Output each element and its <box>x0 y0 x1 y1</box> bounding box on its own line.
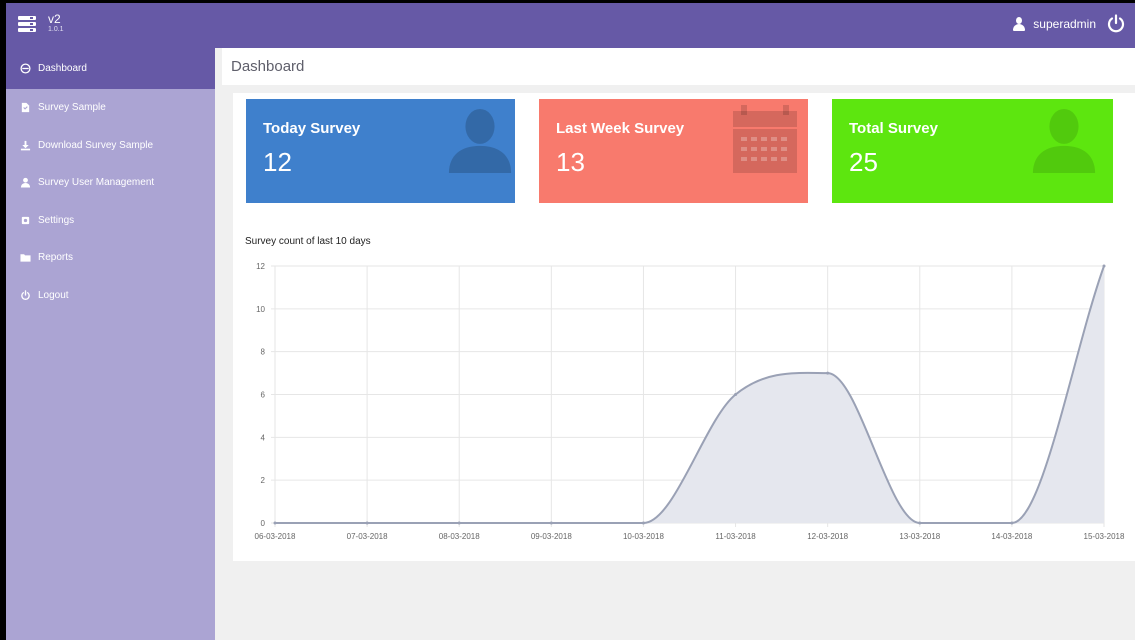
stat-card-title: Last Week Survey <box>556 120 685 137</box>
download-icon <box>19 139 31 151</box>
app-frame: v2 1.0.1 superadmin Dashboard Survey Sam… <box>6 3 1135 640</box>
data-point <box>826 371 830 375</box>
y-tick-label: 12 <box>256 262 265 271</box>
server-icon <box>18 16 36 33</box>
sidebar-item-settings[interactable]: Settings <box>6 202 215 240</box>
page-title: Dashboard <box>231 58 305 75</box>
y-tick-label: 8 <box>261 348 266 357</box>
x-tick-label: 09-03-2018 <box>531 532 572 541</box>
x-tick-label: 06-03-2018 <box>255 532 296 541</box>
stat-card-title: Total Survey <box>849 120 938 137</box>
data-point <box>457 521 461 525</box>
dashboard-icon <box>19 63 31 75</box>
x-tick-label: 12-03-2018 <box>807 532 848 541</box>
data-point <box>641 521 645 525</box>
sidebar-item-reports[interactable]: Reports <box>6 239 215 277</box>
folder-icon <box>19 252 31 264</box>
survey-count-chart: 0 2 4 6 8 10 12 06-03-2018 07-03-2018 08-03-2018 0… <box>255 262 1125 541</box>
stat-card-value: 13 <box>556 147 585 177</box>
sidebar-item-label: Reports <box>38 252 74 264</box>
data-point <box>1010 521 1014 525</box>
sidebar-item-label: Dashboard <box>38 63 87 74</box>
data-point <box>918 521 922 525</box>
app-version: 1.0.1 <box>48 26 64 33</box>
y-tick-label: 6 <box>261 391 266 400</box>
username[interactable]: superadmin <box>1033 17 1096 31</box>
y-tick-label: 0 <box>261 519 266 528</box>
x-tick-label: 08-03-2018 <box>439 532 480 541</box>
user-icon <box>19 177 31 189</box>
user-silhouette-icon <box>448 108 512 174</box>
x-tick-label: 10-03-2018 <box>623 532 664 541</box>
sidebar-item-label: Survey User Management <box>38 177 155 189</box>
x-tick-label: 07-03-2018 <box>347 532 388 541</box>
file-icon <box>19 102 31 114</box>
power-icon <box>19 289 31 301</box>
sidebar-item-survey-user-management[interactable]: Survey User Management <box>6 164 215 202</box>
sidebar-item-logout[interactable]: Logout <box>6 277 215 315</box>
survey-chart-panel: Survey count of last 10 days 0 2 4 6 8 10 12 06… <box>233 220 1135 561</box>
calendar-icon <box>733 105 797 173</box>
stat-card-title: Today Survey <box>263 120 361 137</box>
user-icon <box>1012 17 1026 31</box>
data-point <box>734 393 738 396</box>
sidebar-item-download-survey-sample[interactable]: Download Survey Sample <box>6 127 215 165</box>
data-point <box>273 521 277 525</box>
x-tick-label: 14-03-2018 <box>991 532 1032 541</box>
main-content: Dashboard Today Survey 12 Last Week Surv… <box>215 48 1135 640</box>
stat-card-today-survey: Today Survey 12 <box>246 99 515 203</box>
data-point <box>549 521 553 525</box>
sidebar-item-label: Survey Sample <box>38 102 106 114</box>
sidebar: Dashboard Survey Sample Download Survey … <box>6 48 215 640</box>
x-tick-label: 13-03-2018 <box>899 532 940 541</box>
page-header: Dashboard <box>222 48 1135 85</box>
data-point <box>1102 264 1106 268</box>
sidebar-item-dashboard[interactable]: Dashboard <box>6 48 215 89</box>
app-name: v2 <box>48 12 61 26</box>
user-menu[interactable]: superadmin <box>1012 14 1126 34</box>
top-navbar: v2 1.0.1 superadmin <box>6 3 1135 48</box>
y-tick-label: 2 <box>261 476 266 485</box>
stat-card-value: 12 <box>263 147 292 177</box>
sidebar-item-label: Logout <box>38 289 69 301</box>
x-tick-label: 11-03-2018 <box>715 532 756 541</box>
y-tick-label: 10 <box>256 305 265 314</box>
user-silhouette-icon <box>1032 108 1096 174</box>
stat-card-last-week-survey: Last Week Survey 13 <box>539 99 808 203</box>
stat-card-value: 25 <box>849 147 878 177</box>
sidebar-item-survey-sample[interactable]: Survey Sample <box>6 89 215 127</box>
y-tick-label: 4 <box>261 433 266 442</box>
sidebar-item-label: Download Survey Sample <box>38 139 154 151</box>
gear-icon <box>19 214 31 226</box>
power-icon[interactable] <box>1106 14 1126 34</box>
sidebar-item-label: Settings <box>38 214 75 226</box>
data-point <box>365 521 369 525</box>
stat-card-total-survey: Total Survey 25 <box>832 99 1113 203</box>
x-tick-label: 15-03-2018 <box>1084 532 1125 541</box>
